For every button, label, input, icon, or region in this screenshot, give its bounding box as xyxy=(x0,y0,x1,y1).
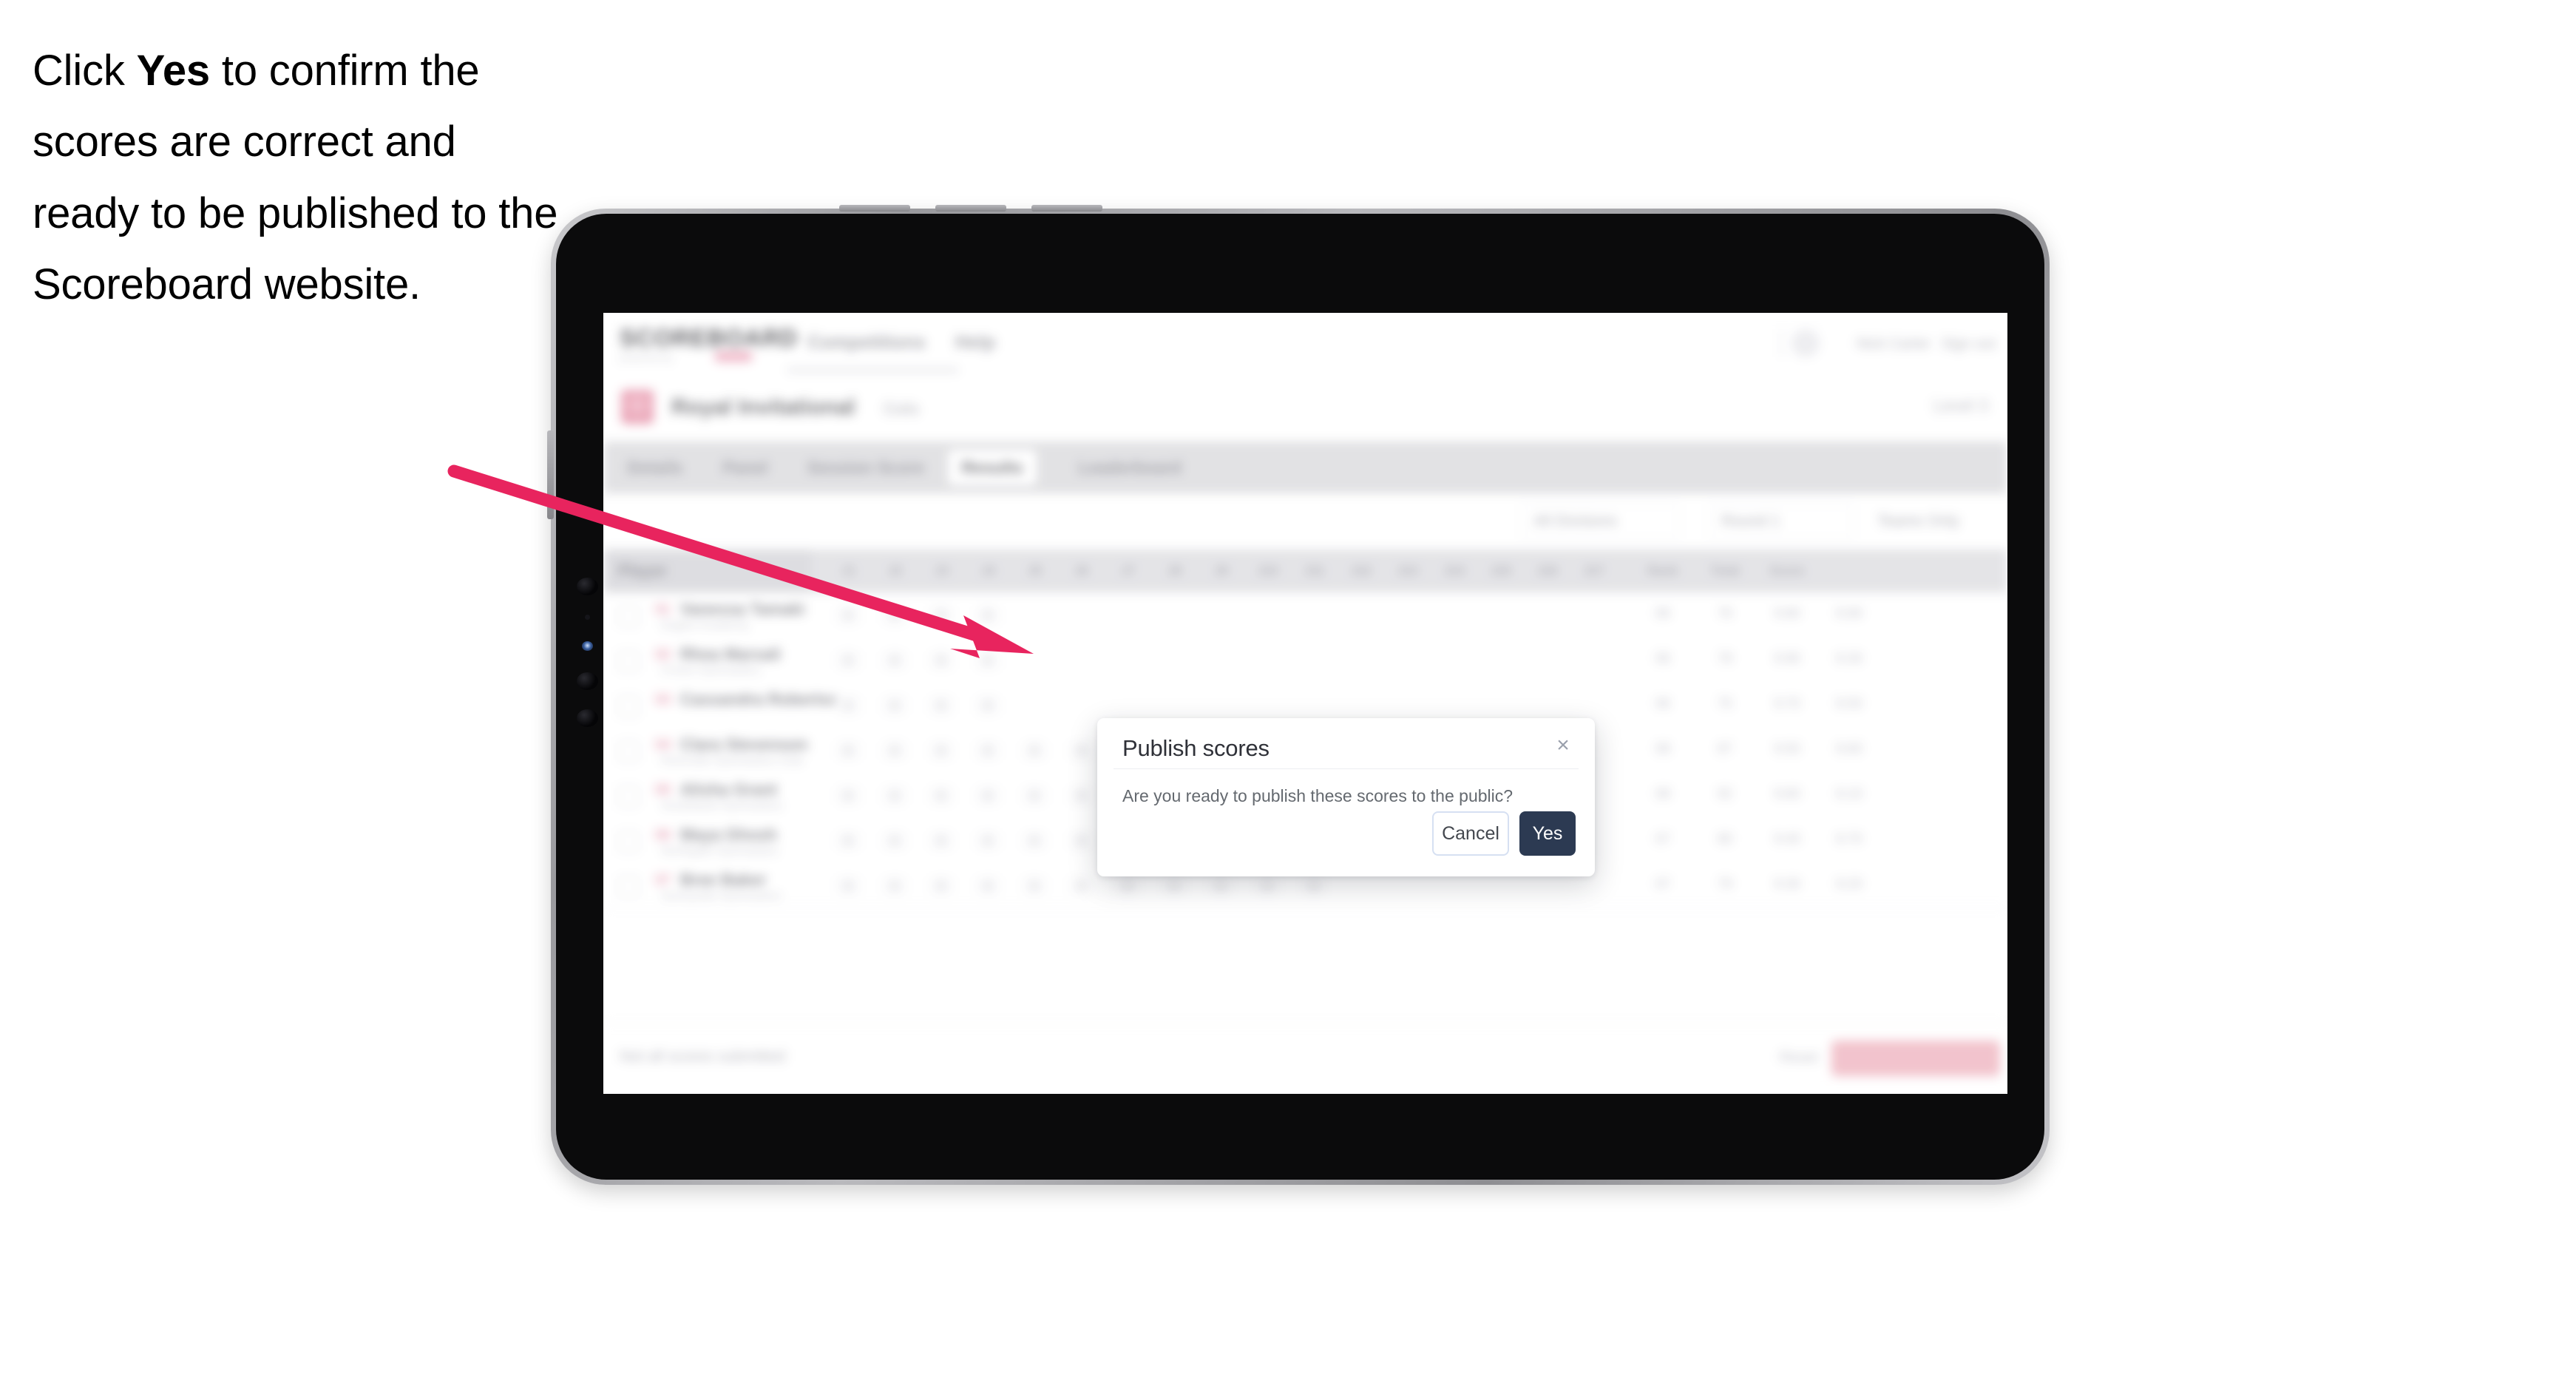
device-top-button-a[interactable] xyxy=(839,205,910,212)
close-icon[interactable]: × xyxy=(1550,733,1576,758)
dialog-message: Are you ready to publish these scores to… xyxy=(1122,786,1514,805)
camera-lens-icon xyxy=(577,672,598,690)
yes-button[interactable]: Yes xyxy=(1519,811,1576,856)
device-top-button-c[interactable] xyxy=(1031,205,1102,212)
device-side-button[interactable] xyxy=(547,430,554,519)
camera-flash-icon xyxy=(582,641,593,651)
caption-text-before: Click xyxy=(33,47,137,95)
dialog-actions: Cancel Yes xyxy=(1432,811,1576,856)
instruction-caption: Click Yes to confirm the scores are corr… xyxy=(33,36,565,320)
camera-lens-icon xyxy=(577,578,598,595)
device-screen-bezel: SCOREBOARD powered by Competitions Help … xyxy=(556,214,2044,1180)
app-viewport: SCOREBOARD powered by Competitions Help … xyxy=(603,313,2007,1094)
camera-cluster xyxy=(575,578,600,814)
device-top-button-b[interactable] xyxy=(935,205,1006,212)
cancel-button[interactable]: Cancel xyxy=(1432,811,1509,856)
caption-emphasis-yes: Yes xyxy=(136,47,211,95)
dialog-title: Publish scores xyxy=(1122,735,1270,761)
publish-scores-dialog: Publish scores × Are you ready to publis… xyxy=(1097,718,1595,876)
dialog-divider xyxy=(1114,768,1579,769)
tablet-device: SCOREBOARD powered by Competitions Help … xyxy=(547,205,2050,1185)
camera-lens-icon xyxy=(577,709,598,727)
camera-sensor-icon xyxy=(585,615,590,620)
modal-scrim[interactable] xyxy=(603,313,2007,1094)
